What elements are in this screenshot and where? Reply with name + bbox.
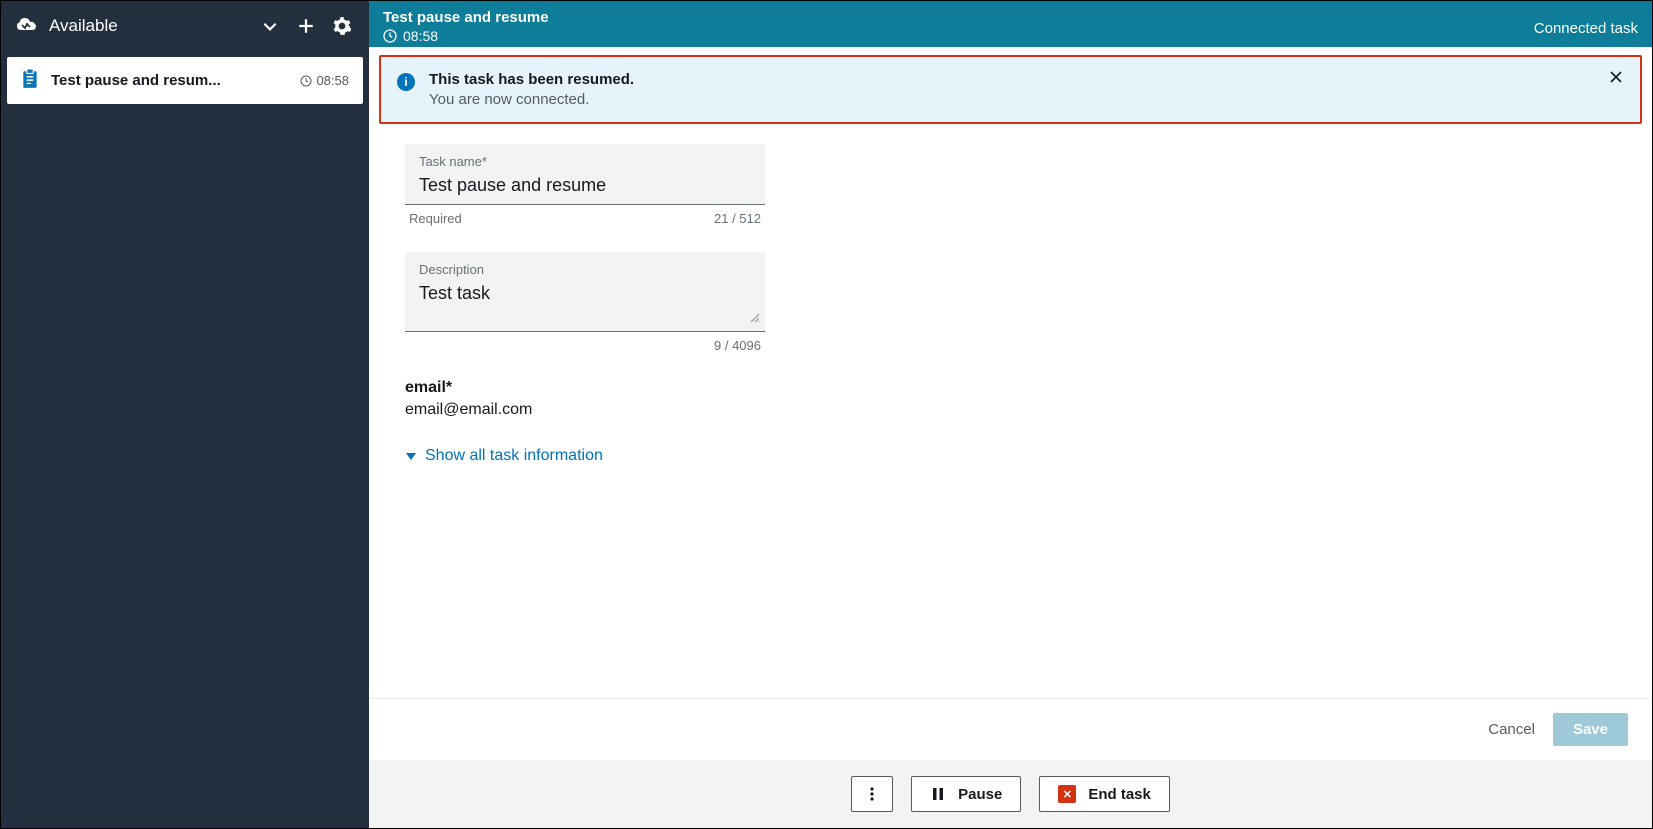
task-item-time: 08:58: [300, 73, 349, 88]
info-banner: i This task has been resumed. You are no…: [379, 55, 1642, 124]
show-all-link[interactable]: Show all task information: [405, 447, 603, 465]
task-name-input[interactable]: Task name* Test pause and resume: [405, 144, 765, 205]
status-dropdown[interactable]: [257, 17, 283, 35]
task-header-title: Test pause and resume: [383, 9, 1534, 26]
cloud-status-icon: [15, 15, 39, 38]
action-bar: Pause ✕ End task: [369, 760, 1652, 828]
description-counter: 9 / 4096: [409, 338, 761, 353]
clipboard-icon: [21, 69, 39, 92]
settings-gear-icon[interactable]: [329, 17, 355, 35]
resize-handle-icon[interactable]: [749, 311, 761, 327]
info-icon: i: [397, 73, 415, 91]
form-footer: Cancel Save: [369, 698, 1652, 760]
task-item-title: Test pause and resum...: [51, 72, 288, 89]
agent-status: Available: [49, 16, 247, 36]
email-label: email*: [405, 379, 1616, 397]
banner-title: This task has been resumed.: [429, 71, 1624, 88]
banner-subtitle: You are now connected.: [429, 91, 1624, 108]
sidebar: Available Test pause and resum... 08:58: [1, 1, 369, 828]
form-area: Task name* Test pause and resume Require…: [369, 134, 1652, 698]
task-header-time: 08:58: [383, 28, 1534, 44]
task-list-item[interactable]: Test pause and resum... 08:58: [7, 57, 363, 104]
save-button[interactable]: Save: [1553, 713, 1628, 746]
sidebar-header: Available: [1, 1, 369, 51]
cancel-button[interactable]: Cancel: [1488, 721, 1535, 738]
pause-button[interactable]: Pause: [911, 776, 1021, 812]
task-name-hint: Required: [409, 211, 462, 226]
add-button[interactable]: [293, 17, 319, 35]
main-panel: Test pause and resume 08:58 Connected ta…: [369, 1, 1652, 828]
task-header-bar: Test pause and resume 08:58 Connected ta…: [369, 1, 1652, 47]
banner-close-icon[interactable]: [1608, 69, 1626, 87]
task-name-counter: 21 / 512: [714, 211, 761, 226]
connection-status: Connected task: [1534, 20, 1638, 39]
end-task-icon: ✕: [1058, 785, 1076, 803]
email-value: email@email.com: [405, 401, 1616, 419]
end-task-button[interactable]: ✕ End task: [1039, 776, 1170, 812]
description-input[interactable]: Description Test task: [405, 252, 765, 332]
more-actions-button[interactable]: [851, 776, 893, 812]
